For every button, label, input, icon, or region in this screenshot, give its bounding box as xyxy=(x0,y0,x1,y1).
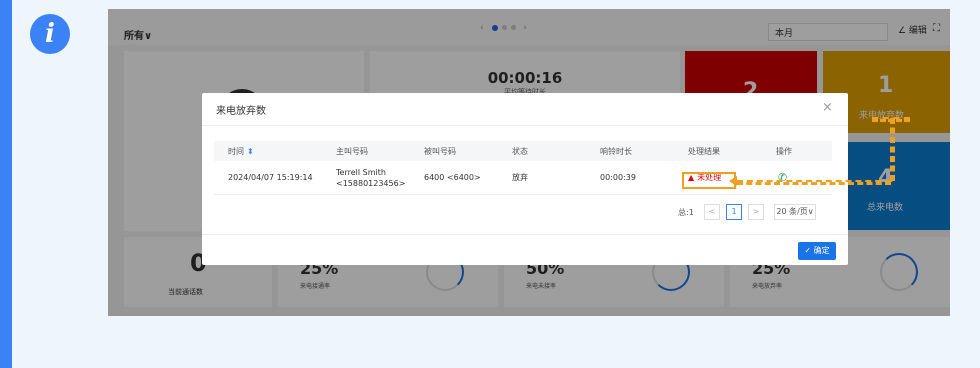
cell-callee: 6400 <6400> xyxy=(424,173,481,182)
cell-time: 2024/04/07 15:19:14 xyxy=(228,173,313,182)
table-row: 2024/04/07 15:19:14 Terrell Smith <15880… xyxy=(214,161,832,195)
modal-title: 来电放弃数 xyxy=(216,106,266,117)
info-icon: i xyxy=(30,14,70,54)
close-icon[interactable]: × xyxy=(822,100,833,115)
column-header-status: 状态 xyxy=(512,146,528,156)
table-header: 时间 ⬍ 主叫号码 被叫号码 状态 响铃时长 处理结果 操作 xyxy=(214,141,832,161)
column-header-result: 处理结果 xyxy=(688,146,720,156)
abandoned-calls-table: 时间 ⬍ 主叫号码 被叫号码 状态 响铃时长 处理结果 操作 2024/04/0… xyxy=(214,141,832,195)
callout-top-line xyxy=(872,117,910,122)
cell-status: 放弃 xyxy=(512,173,528,182)
modal-divider xyxy=(202,125,848,126)
abandoned-calls-modal: 来电放弃数 × 时间 ⬍ 主叫号码 被叫号码 状态 响铃时长 处理结果 操作 2… xyxy=(202,93,848,265)
caller-name: Terrell Smith xyxy=(336,167,386,177)
caller-number: <15880123456> xyxy=(336,178,406,188)
pagination-page-button[interactable]: 1 xyxy=(726,204,742,220)
sort-icon[interactable]: ⬍ xyxy=(247,146,254,157)
cell-caller: Terrell Smith <15880123456> xyxy=(336,161,405,194)
column-header-callee: 被叫号码 xyxy=(424,146,456,156)
column-header-caller: 主叫号码 xyxy=(336,146,368,156)
page-size-select[interactable]: 20 条/页∨ xyxy=(774,204,816,220)
cell-actions: ✆ xyxy=(778,161,787,194)
pagination-total: 总:1 xyxy=(678,208,694,217)
column-header-label: 时间 xyxy=(228,146,244,156)
left-accent-bar xyxy=(0,0,12,368)
callout-vertical-line xyxy=(890,118,895,181)
column-header-ring-duration: 响铃时长 xyxy=(600,146,632,156)
callout-arrow-head xyxy=(729,176,737,186)
ok-button[interactable]: ✓ 确定 xyxy=(798,242,836,260)
footer-divider xyxy=(202,234,848,235)
callout-horizontal-line xyxy=(737,180,891,185)
column-header-time[interactable]: 时间 ⬍ xyxy=(228,141,254,161)
cell-ring-duration: 00:00:39 xyxy=(600,173,636,182)
column-header-actions: 操作 xyxy=(776,146,792,156)
pagination-prev-button[interactable]: < xyxy=(704,204,720,220)
root: i 所有∨ ‹ › 本月 ∠ 编辑 ⛶ 00:00:16 平均等待时长 2 1 … xyxy=(0,0,980,368)
pagination-next-button[interactable]: > xyxy=(748,204,764,220)
result-highlight-box xyxy=(682,172,736,189)
